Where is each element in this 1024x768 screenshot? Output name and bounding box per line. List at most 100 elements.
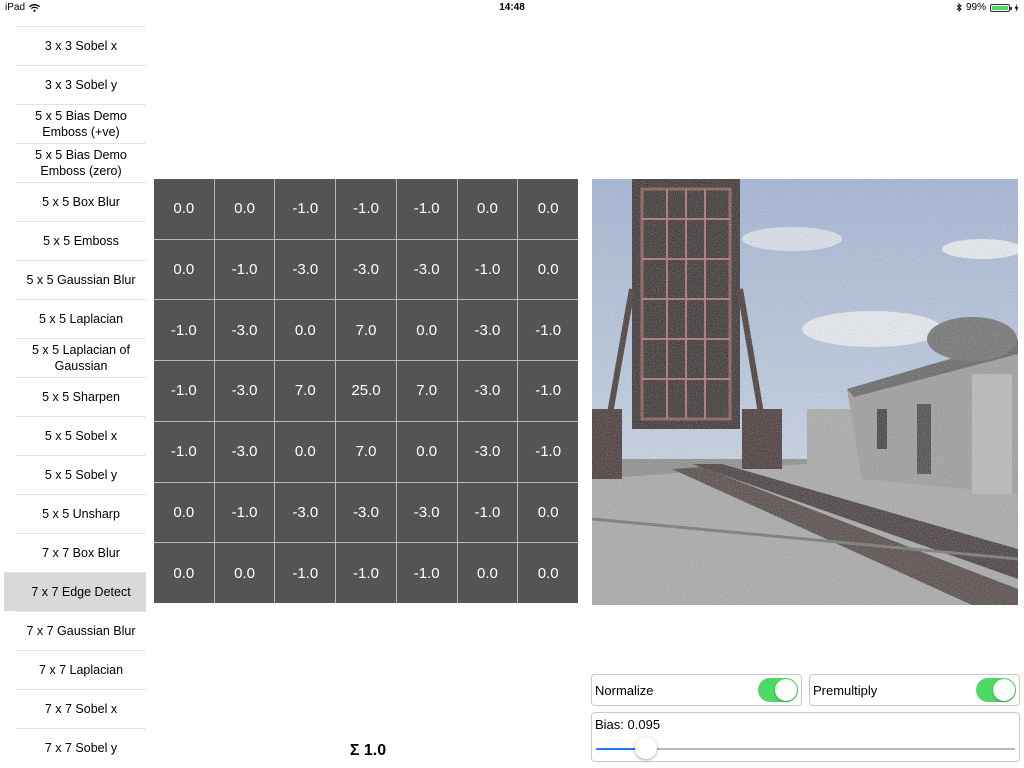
kernel-cell[interactable]: 0.0 [396, 421, 457, 482]
kernel-cell[interactable]: 0.0 [214, 543, 275, 603]
premultiply-row: Premultiply [809, 674, 1020, 706]
kernel-cell[interactable]: -1.0 [396, 179, 457, 239]
premultiply-label: Premultiply [813, 682, 878, 698]
bias-label: Bias: 0.095 [595, 717, 661, 732]
battery-percent: 99% [965, 2, 986, 13]
charging-icon [1014, 3, 1019, 12]
kernel-cell[interactable]: -1.0 [275, 179, 336, 239]
kernel-cell[interactable]: -3.0 [396, 482, 457, 543]
normalize-switch[interactable] [758, 678, 798, 702]
filter-item-label: 7 x 7 Sobel y [44, 741, 118, 755]
kernel-cell[interactable]: 0.0 [396, 300, 457, 361]
filter-item-label: 5 x 5 Unsharp [42, 507, 120, 521]
filter-item[interactable]: 5 x 5 Sobel y [16, 455, 146, 494]
filter-item[interactable]: 5 x 5 Unsharp [16, 494, 146, 533]
kernel-cell[interactable]: 0.0 [154, 543, 214, 603]
kernel-cell[interactable]: -1.0 [154, 361, 214, 421]
kernel-cell[interactable]: -1.0 [154, 421, 214, 482]
filter-item[interactable]: 3 x 3 Sobel y [16, 65, 146, 104]
filter-item[interactable]: 3 x 3 Sobel x [16, 26, 146, 65]
kernel-grid[interactable]: 0.0 0.0 -1.0 -1.0 -1.0 0.0 0.0 0.0 -1.0 -3.0 -3.0-… [154, 179, 578, 603]
filter-item-label: 5 x 5 Sobel y [44, 468, 118, 482]
kernel-cell[interactable]: 0.0 [518, 179, 578, 239]
kernel-cell[interactable]: 7.0 [396, 361, 457, 421]
kernel-cell[interactable]: 0.0 [457, 179, 518, 239]
filter-item[interactable]: 5 x 5 Gaussian Blur [16, 260, 146, 299]
bluetooth-icon [956, 3, 962, 12]
bias-slider[interactable] [596, 737, 1015, 759]
kernel-cell[interactable]: 0.0 [518, 482, 578, 543]
filter-item[interactable]: 5 x 5 Bias Demo Emboss (+ve) [16, 104, 146, 143]
kernel-cell[interactable]: -3.0 [457, 361, 518, 421]
filter-item-label: 7 x 7 Box Blur [42, 546, 120, 560]
kernel-cell[interactable]: -3.0 [214, 421, 275, 482]
kernel-cell[interactable]: -3.0 [214, 300, 275, 361]
kernel-cell[interactable]: -3.0 [336, 239, 396, 300]
kernel-cell[interactable]: -3.0 [457, 421, 518, 482]
battery-icon [990, 3, 1012, 12]
kernel-cell[interactable]: -1.0 [396, 543, 457, 603]
filter-item-label: 5 x 5 Sharpen [42, 390, 120, 404]
kernel-cell[interactable]: -3.0 [457, 300, 518, 361]
filter-item[interactable]: 5 x 5 Bias Demo Emboss (zero) [16, 143, 146, 182]
kernel-cell[interactable]: 0.0 [518, 543, 578, 603]
kernel-cell[interactable]: 25.0 [336, 361, 396, 421]
filter-item[interactable]: 7 x 7 Edge Detect [4, 572, 146, 611]
kernel-cell[interactable]: -1.0 [275, 543, 336, 603]
filter-item[interactable]: 5 x 5 Sharpen [16, 377, 146, 416]
filter-item-label: 7 x 7 Laplacian [38, 663, 124, 677]
bias-control: Bias: 0.095 [591, 712, 1020, 762]
filter-item[interactable]: 5 x 5 Box Blur [16, 182, 146, 221]
kernel-cell[interactable]: -1.0 [518, 421, 578, 482]
filter-item[interactable]: 5 x 5 Emboss [16, 221, 146, 260]
filter-item-label: 5 x 5 Sobel x [44, 429, 118, 443]
filter-item[interactable]: 7 x 7 Laplacian [16, 650, 146, 689]
filter-item[interactable]: 7 x 7 Box Blur [16, 533, 146, 572]
filter-item-label: 7 x 7 Edge Detect [31, 585, 131, 599]
filter-item-label: 5 x 5 Box Blur [42, 195, 120, 209]
kernel-cell[interactable]: 7.0 [336, 300, 396, 361]
preview-image [592, 179, 1018, 605]
filter-item-label: 5 x 5 Bias Demo Emboss (+ve) [35, 109, 127, 139]
clock: 14:48 [499, 2, 525, 13]
filter-item[interactable]: 7 x 7 Gaussian Blur [16, 611, 146, 650]
premultiply-switch[interactable] [976, 678, 1016, 702]
status-bar: iPad 14:48 99% [0, 0, 1024, 16]
kernel-cell[interactable]: -1.0 [457, 239, 518, 300]
kernel-cell[interactable]: -1.0 [518, 361, 578, 421]
kernel-cell[interactable]: -1.0 [457, 482, 518, 543]
kernel-cell[interactable]: 0.0 [154, 482, 214, 543]
kernel-cell[interactable]: 0.0 [457, 543, 518, 603]
filtered-photo [592, 179, 1018, 605]
kernel-cell[interactable]: 0.0 [275, 421, 336, 482]
kernel-cell[interactable]: -3.0 [214, 361, 275, 421]
filter-item-label: 3 x 3 Sobel x [44, 39, 118, 53]
filter-item[interactable]: 7 x 7 Sobel x [16, 689, 146, 728]
kernel-cell[interactable]: -1.0 [518, 300, 578, 361]
kernel-cell[interactable]: 7.0 [275, 361, 336, 421]
kernel-cell[interactable]: -1.0 [214, 482, 275, 543]
kernel-cell[interactable]: -1.0 [154, 300, 214, 361]
kernel-cell[interactable]: 0.0 [275, 300, 336, 361]
filter-item-label: 5 x 5 Gaussian Blur [26, 273, 136, 287]
kernel-cell[interactable]: -1.0 [214, 239, 275, 300]
filter-list[interactable]: 3 x 3 Sobel x 3 x 3 Sobel y 5 x 5 Bias Dem… [4, 26, 146, 767]
kernel-cell[interactable]: -1.0 [336, 179, 396, 239]
kernel-cell[interactable]: -3.0 [396, 239, 457, 300]
filter-item[interactable]: 5 x 5 Laplacian of Gaussian [16, 338, 146, 377]
normalize-label: Normalize [595, 682, 654, 698]
kernel-cell[interactable]: -3.0 [275, 482, 336, 543]
kernel-cell[interactable]: 0.0 [154, 239, 214, 300]
kernel-cell[interactable]: 0.0 [214, 179, 275, 239]
kernel-cell[interactable]: -3.0 [275, 239, 336, 300]
filter-item[interactable]: 5 x 5 Laplacian [16, 299, 146, 338]
kernel-cell[interactable]: -1.0 [336, 543, 396, 603]
kernel-cell[interactable]: 0.0 [518, 239, 578, 300]
filter-item[interactable]: 5 x 5 Sobel x [16, 416, 146, 455]
bias-slider-thumb[interactable] [635, 737, 658, 759]
kernel-cell[interactable]: 7.0 [336, 421, 396, 482]
kernel-cell[interactable]: 0.0 [154, 179, 214, 239]
kernel-sum: Σ 1.0 [349, 742, 387, 759]
kernel-cell[interactable]: -3.0 [336, 482, 396, 543]
filter-item[interactable]: 7 x 7 Sobel y [16, 728, 146, 767]
